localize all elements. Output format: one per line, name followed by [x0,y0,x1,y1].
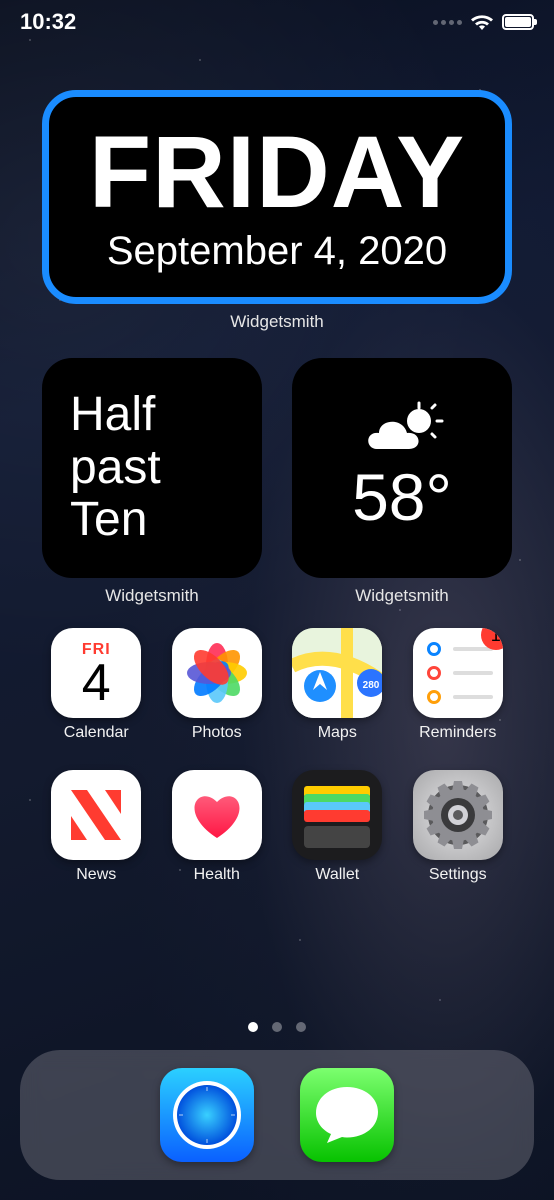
app-wallet[interactable]: Wallet [277,770,398,884]
temperature-value: 58° [352,459,452,535]
fuzzy-time-text: Half past Ten [42,389,262,547]
date-widget-label: Widgetsmith [0,312,554,332]
health-icon [172,770,262,860]
weather-widget-label: Widgetsmith [292,586,512,606]
calendar-icon: FRI 4 [51,628,141,718]
app-calendar[interactable]: FRI 4 Calendar [36,628,157,742]
date-widget-date: September 4, 2020 [107,229,447,274]
svg-text:280: 280 [363,680,380,691]
page-dot[interactable] [248,1022,258,1032]
messages-icon [300,1068,394,1162]
app-label: Wallet [315,866,359,884]
app-label: Maps [318,724,357,742]
dock [20,1050,534,1180]
control-dots-icon [433,20,462,25]
status-bar: 10:32 [0,0,554,44]
app-safari[interactable] [160,1068,254,1162]
app-label: Photos [192,724,242,742]
app-reminders[interactable]: 1 Reminders [398,628,519,742]
app-label: Settings [429,866,487,884]
partly-cloudy-icon [357,401,447,459]
app-label: News [76,866,116,884]
wifi-icon [470,13,494,31]
date-widget-day: FRIDAY [89,121,465,223]
date-widget[interactable]: FRIDAY September 4, 2020 [42,90,512,304]
app-label: Health [194,866,240,884]
maps-icon: 280 [292,628,382,718]
news-icon [51,770,141,860]
reminders-icon: 1 [413,628,503,718]
app-messages[interactable] [300,1068,394,1162]
weather-widget[interactable]: 58° [292,358,512,578]
wallet-icon [292,770,382,860]
status-time: 10:32 [20,9,76,35]
page-dot[interactable] [296,1022,306,1032]
photos-icon [172,628,262,718]
app-grid: FRI 4 Calendar Photos [0,628,554,884]
app-maps[interactable]: 280 Maps [277,628,398,742]
app-label: Calendar [64,724,129,742]
app-settings[interactable]: Settings [398,770,519,884]
app-news[interactable]: News [36,770,157,884]
safari-icon [160,1068,254,1162]
page-dot[interactable] [272,1022,282,1032]
settings-icon [413,770,503,860]
battery-icon [502,14,534,30]
app-photos[interactable]: Photos [157,628,278,742]
page-indicator[interactable] [0,1022,554,1032]
app-label: Reminders [419,724,496,742]
fuzzy-time-widget[interactable]: Half past Ten [42,358,262,578]
app-health[interactable]: Health [157,770,278,884]
fuzzy-time-widget-label: Widgetsmith [42,586,262,606]
calendar-icon-day: 4 [82,657,111,709]
status-icons [433,13,534,31]
